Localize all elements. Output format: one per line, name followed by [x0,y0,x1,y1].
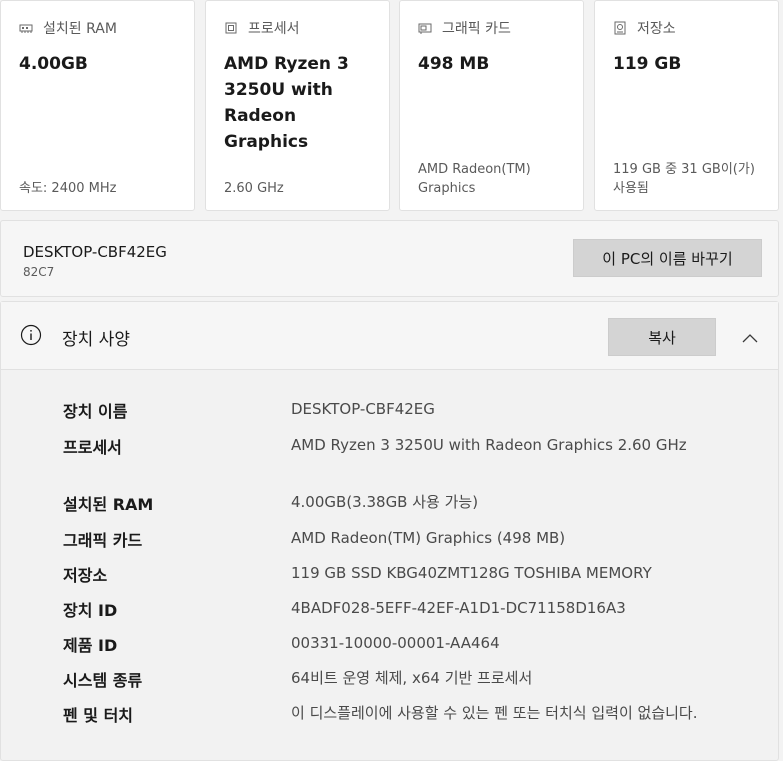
processor-card-title: 프로세서 [248,21,300,37]
spec-value: 이 디스플레이에 사용할 수 있는 펜 또는 터치식 입력이 없습니다. [291,704,698,722]
processor-card-header: 프로세서 [224,18,300,38]
device-specs-header[interactable]: 장치 사양 복사 [1,302,778,370]
ram-card-title: 설치된 RAM [43,21,117,37]
processor-card: 프로세서 AMD Ryzen 3 3250U with Radeon Graph… [205,0,390,211]
storage-card-value: 119 GB [613,54,682,74]
storage-card: 저장소 119 GB 119 GB 중 31 GB이(가) 사용됨 [594,0,779,211]
spec-label: 프로세서 [63,438,122,457]
spec-label: 시스템 종류 [63,671,143,690]
spec-label: 그래픽 카드 [63,531,143,550]
storage-icon [613,21,627,35]
device-model: 82C7 [23,265,55,279]
graphics-card-title: 그래픽 카드 [442,21,511,37]
spec-value: AMD Radeon(TM) Graphics (498 MB) [291,529,566,547]
spec-label: 펜 및 터치 [63,706,134,725]
spec-value: 4BADF028-5EFF-42EF-A1D1-DC71158D16A3 [291,599,626,617]
rename-pc-button[interactable]: 이 PC의 이름 바꾸기 [573,239,762,277]
ram-card-value: 4.00GB [19,54,88,74]
spec-label: 장치 이름 [63,402,128,421]
processor-card-value: AMD Ryzen 3 3250U with Radeon Graphics [224,54,349,152]
graphics-card-value: 498 MB [418,54,490,74]
graphics-card: 그래픽 카드 498 MB AMD Radeon(TM) Graphics [399,0,584,211]
device-specs-panel: 장치 사양 복사 장치 이름 DESKTOP-CBF42EG 프로세서 AMD … [0,301,779,761]
spec-value: 00331-10000-00001-AA464 [291,634,500,652]
device-name-panel: DESKTOP-CBF42EG 82C7 이 PC의 이름 바꾸기 [0,220,779,297]
storage-card-title: 저장소 [637,21,676,37]
spec-value: AMD Ryzen 3 3250U with Radeon Graphics 2… [291,436,687,454]
ram-card-header: 설치된 RAM [19,18,117,38]
graphics-card-header: 그래픽 카드 [418,18,511,38]
chevron-up-icon[interactable] [741,329,759,343]
device-specs-title: 장치 사양 [62,330,130,350]
spec-value: 4.00GB(3.38GB 사용 가능) [291,493,479,511]
spec-label: 제품 ID [63,636,118,655]
spec-value: DESKTOP-CBF42EG [291,400,435,418]
ram-card: 설치된 RAM 4.00GB 속도: 2400 MHz [0,0,195,211]
ram-card-foot: 속도: 2400 MHz [19,181,117,196]
storage-card-foot: 119 GB 중 31 GB이(가) 사용됨 [613,162,755,196]
summary-cards: 설치된 RAM 4.00GB 속도: 2400 MHz 프로세서 AMD Ryz… [0,0,783,212]
processor-card-foot: 2.60 GHz [224,181,284,196]
spec-value: 64비트 운영 체제, x64 기반 프로세서 [291,669,533,687]
copy-button[interactable]: 복사 [608,318,716,356]
info-icon [20,324,42,346]
device-name: DESKTOP-CBF42EG [23,243,167,261]
spec-label: 저장소 [63,566,108,585]
ram-icon [19,21,33,35]
spec-label: 설치된 RAM [63,495,154,514]
spec-value: 119 GB SSD KBG40ZMT128G TOSHIBA MEMORY [291,564,652,582]
spec-label: 장치 ID [63,601,118,620]
graphics-card-icon [418,21,432,35]
storage-card-header: 저장소 [613,18,676,38]
graphics-card-foot: AMD Radeon(TM) Graphics [418,162,531,196]
processor-icon [224,21,238,35]
